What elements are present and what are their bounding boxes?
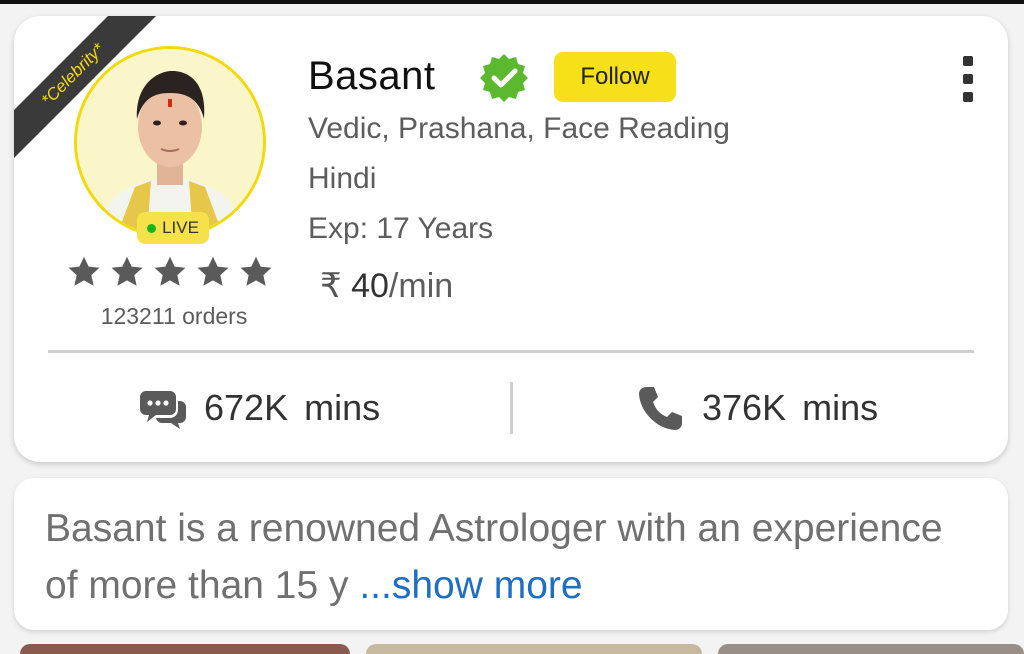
price-amount: 40: [351, 267, 389, 305]
chat-minutes-stat: 672K mins: [138, 380, 380, 436]
chat-minutes-value: 672K: [204, 387, 289, 428]
avatar-photo: [77, 49, 263, 235]
rating-stars: [66, 250, 274, 294]
chat-minutes-unit: mins: [304, 387, 381, 428]
gallery-thumbnail[interactable]: [366, 644, 702, 654]
live-label: LIVE: [162, 218, 199, 237]
call-minutes-unit: mins: [802, 387, 879, 428]
top-bar: [0, 0, 1024, 4]
verified-badge-icon: [478, 52, 530, 104]
star-icon: [66, 254, 102, 290]
stats-divider: [510, 382, 513, 434]
price: ₹ 40/min: [320, 266, 453, 306]
show-more-link[interactable]: ...show more: [359, 564, 582, 607]
chat-bubbles-icon: [138, 383, 188, 433]
bio-card: Basant is a renowned Astrologer with an …: [14, 478, 1008, 630]
star-icon: [195, 254, 231, 290]
currency-symbol: ₹: [320, 267, 342, 305]
call-minutes-stat: 376K mins: [636, 380, 878, 436]
experience-text: Exp: 17 Years: [308, 212, 494, 245]
price-unit: /min: [388, 267, 454, 305]
bio-text: Basant is a renowned Astrologer with an …: [45, 500, 985, 614]
astrologer-name: Basant: [308, 54, 436, 98]
follow-button[interactable]: Follow: [554, 52, 676, 102]
live-badge: LIVE: [137, 212, 209, 244]
language-text: Hindi: [308, 162, 377, 195]
more-vert-icon[interactable]: [956, 56, 980, 102]
star-icon: [109, 254, 145, 290]
orders-count: 123211 orders: [100, 303, 248, 329]
live-dot-icon: [147, 223, 157, 233]
phone-icon: [636, 383, 686, 433]
avatar[interactable]: [74, 46, 266, 238]
gallery-thumbnail[interactable]: [20, 644, 350, 654]
divider: [48, 350, 974, 353]
star-icon: [152, 254, 188, 290]
call-minutes-value: 376K: [702, 387, 787, 428]
astrologer-profile-card: *Celebrity* LIVE 123211 orders Basant Fo…: [14, 16, 1008, 462]
skills-text: Vedic, Prashana, Face Reading: [308, 112, 730, 145]
star-icon: [238, 254, 274, 290]
gallery-thumbnail[interactable]: [718, 644, 1024, 654]
